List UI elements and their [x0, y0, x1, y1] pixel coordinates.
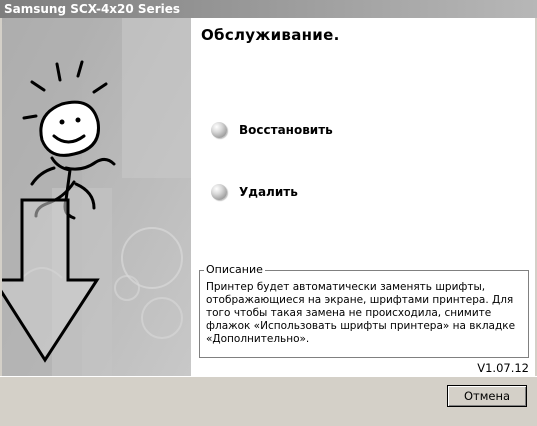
sphere-bullet-icon — [211, 184, 227, 200]
remove-option-label: Удалить — [239, 185, 298, 199]
page-title: Обслуживание. — [201, 26, 340, 44]
window-title: Samsung SCX-4x20 Series — [4, 2, 181, 16]
title-bar[interactable]: Samsung SCX-4x20 Series — [0, 0, 537, 18]
description-text: Принтер будет автоматически заменять шри… — [206, 281, 516, 345]
description-legend: Описание — [204, 263, 265, 277]
button-bar: Отмена — [0, 376, 537, 426]
sphere-bullet-icon — [211, 122, 227, 138]
illustration-graphic — [2, 18, 191, 376]
content-panel: Обслуживание. Восстановить Удалить Описа… — [191, 18, 535, 376]
version-label: V1.07.12 — [477, 361, 529, 375]
repair-option[interactable]: Восстановить — [211, 119, 411, 141]
installer-window: Samsung SCX-4x20 Series Обслуживание. Во… — [0, 0, 537, 426]
remove-option[interactable]: Удалить — [211, 181, 411, 203]
cancel-button[interactable]: Отмена — [447, 385, 527, 407]
description-group: Описание Принтер будет автоматически зам… — [199, 263, 529, 358]
repair-option-label: Восстановить — [239, 123, 333, 137]
side-illustration — [2, 18, 191, 376]
dialog-client-area: Обслуживание. Восстановить Удалить Описа… — [2, 18, 535, 376]
